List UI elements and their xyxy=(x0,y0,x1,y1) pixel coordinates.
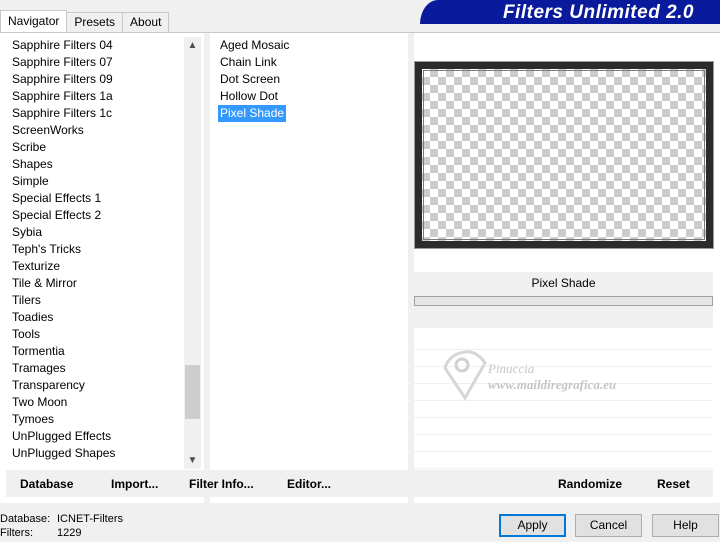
chevron-down-icon[interactable]: ▼ xyxy=(184,452,201,469)
category-list-item[interactable]: Simple xyxy=(10,173,184,190)
filter-list[interactable]: Aged Mosaic Chain Link Dot Screen Hollow Do… xyxy=(218,37,398,122)
column-divider xyxy=(204,33,210,504)
category-list-item[interactable]: Sapphire Filters 07 xyxy=(10,54,184,71)
app-banner-title: Filters Unlimited 2.0 xyxy=(420,0,720,24)
filter-list-item[interactable]: Aged Mosaic xyxy=(218,37,291,54)
category-list-item[interactable]: Tools xyxy=(10,326,184,343)
category-list-item[interactable]: Special Effects 1 xyxy=(10,190,184,207)
category-list-item[interactable]: ScreenWorks xyxy=(10,122,184,139)
import-button[interactable]: Import... xyxy=(111,477,158,491)
category-list-item[interactable]: Sapphire Filters 09 xyxy=(10,71,184,88)
database-value: ICNET-Filters xyxy=(57,513,123,525)
category-list-item[interactable]: Tilers xyxy=(10,292,184,309)
tab-presets[interactable]: Presets xyxy=(66,12,124,32)
category-list-item[interactable]: Scribe xyxy=(10,139,184,156)
filter-list-item[interactable]: Pixel Shade xyxy=(218,105,287,122)
chevron-up-icon[interactable]: ▲ xyxy=(184,37,201,54)
category-list-item[interactable]: Tymoes xyxy=(10,411,184,428)
category-list-item[interactable]: Teph's Tricks xyxy=(10,241,184,258)
tab-navigator[interactable]: Navigator xyxy=(0,10,68,32)
filter-title: Pixel Shade xyxy=(531,276,596,290)
filter-list-item[interactable]: Chain Link xyxy=(218,54,279,71)
category-list-item[interactable]: Special Effects 2 xyxy=(10,207,184,224)
category-list-item[interactable]: UnPlugged Tools xyxy=(10,462,184,465)
filter-preview-image xyxy=(414,61,714,249)
help-button[interactable]: Help xyxy=(652,514,719,537)
watermark-logo-icon xyxy=(443,350,487,401)
randomize-button[interactable]: Randomize xyxy=(558,477,622,491)
reset-button[interactable]: Reset xyxy=(657,477,690,491)
status-info: Database: ICNET-Filters Filters: 1229 xyxy=(0,512,123,540)
filter-info-button[interactable]: Filter Info... xyxy=(189,477,254,491)
category-list-item[interactable]: Tramages xyxy=(10,360,184,377)
scrollbar-thumb[interactable] xyxy=(185,365,200,419)
category-list-item[interactable]: Toadies xyxy=(10,309,184,326)
category-scrollbar[interactable]: ▲ ▼ xyxy=(184,37,201,469)
category-list-item[interactable]: Two Moon xyxy=(10,394,184,411)
tab-strip: Navigator Presets About xyxy=(0,10,170,32)
cancel-button[interactable]: Cancel xyxy=(575,514,642,537)
database-label: Database: xyxy=(0,513,51,525)
filters-count: 1229 xyxy=(57,527,82,539)
category-list-item[interactable]: Tile & Mirror xyxy=(10,275,184,292)
category-list[interactable]: Sapphire Filters 04 Sapphire Filters 07 Sa… xyxy=(10,37,184,465)
category-list-item[interactable]: UnPlugged Shapes xyxy=(10,445,184,462)
watermark: Pinuccia www.maildiregrafica.eu xyxy=(440,333,670,423)
category-list-item[interactable]: Shapes xyxy=(10,156,184,173)
editor-button[interactable]: Editor... xyxy=(287,477,331,491)
right-button-bar: Randomize Reset xyxy=(414,470,713,497)
watermark-name: Pinuccia xyxy=(488,361,535,376)
database-button[interactable]: Database xyxy=(20,477,73,491)
apply-button[interactable]: Apply xyxy=(499,514,566,537)
filter-title-area: Pixel Shade xyxy=(414,272,713,328)
tab-about[interactable]: About xyxy=(122,12,170,32)
category-list-item[interactable]: Sapphire Filters 1c xyxy=(10,105,184,122)
category-list-item[interactable]: Tormentia xyxy=(10,343,184,360)
preview-frame xyxy=(423,70,705,240)
filter-list-item[interactable]: Hollow Dot xyxy=(218,88,280,105)
progress-bar xyxy=(414,296,713,306)
left-button-bar: Database Import... Filter Info... Editor… xyxy=(6,470,408,497)
category-list-item[interactable]: Transparency xyxy=(10,377,184,394)
watermark-url: www.maildiregrafica.eu xyxy=(488,377,617,392)
filter-list-item[interactable]: Dot Screen xyxy=(218,71,282,88)
category-list-item[interactable]: UnPlugged Effects xyxy=(10,428,184,445)
category-list-item[interactable]: Sapphire Filters 04 xyxy=(10,37,184,54)
category-list-item[interactable]: Sybia xyxy=(10,224,184,241)
category-list-item[interactable]: Texturize xyxy=(10,258,184,275)
category-list-item[interactable]: Sapphire Filters 1a xyxy=(10,88,184,105)
navigator-panel: Sapphire Filters 04 Sapphire Filters 07 Sa… xyxy=(0,32,720,504)
filters-label: Filters: xyxy=(0,527,33,539)
